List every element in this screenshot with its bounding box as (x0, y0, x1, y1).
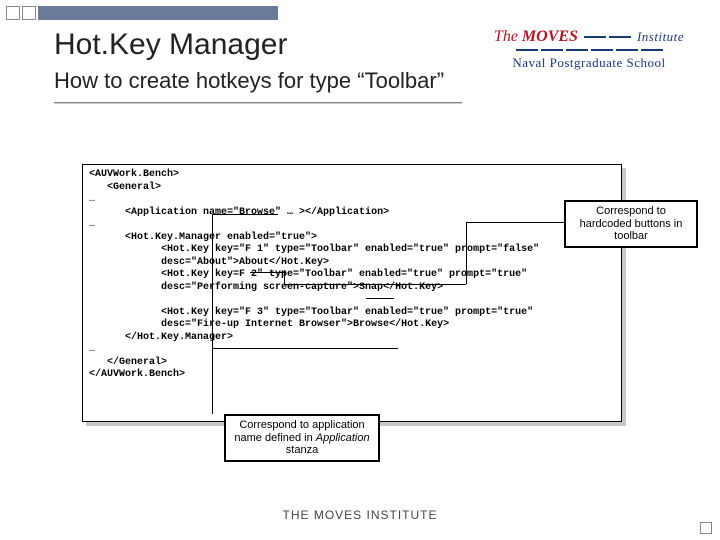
code-ellipsis-3: … (89, 344, 95, 355)
footer-text: THE MOVES INSTITUTE (0, 508, 720, 522)
code-hotkey-browse: Browse (353, 319, 389, 330)
callout1-text: Correspond to hardcoded buttons in toolb… (580, 205, 683, 242)
code-ellipsis-2: … (89, 219, 95, 230)
underline-browse-hotkey (358, 348, 398, 349)
connector-1e (284, 284, 394, 285)
connector-1c (394, 284, 466, 285)
page-title: Hot.Key Manager (54, 28, 287, 62)
underline-browse-appname (238, 214, 278, 215)
connector-1b (466, 222, 467, 284)
code-line-7a: <Hot.Key key="F 1" type="Toolbar" enable… (89, 244, 539, 255)
callout-application-name: Correspond to application name defined i… (224, 414, 380, 462)
callout-toolbar-buttons: Correspond to hardcoded buttons in toolb… (564, 200, 698, 248)
code-line-1: <AUVWork.Bench> (89, 169, 179, 180)
logo-main: MOVES (522, 28, 578, 45)
logo-suffix: Institute (637, 29, 684, 44)
connector-2c (212, 214, 213, 348)
code-line-6: <Hot.Key.Manager enabled="true"> (89, 232, 317, 243)
code-box: <AUVWork.Bench> <General> … <Application… (82, 164, 622, 422)
code-line-10a: <Hot.Key key="F 3" type="Toolbar" enable… (89, 307, 533, 318)
code-line-8a: <Hot.Key key=F 2" type="Toolbar" enabled… (89, 269, 527, 280)
logo-school: Naval Postgraduate School (486, 55, 692, 71)
code-ellipsis-1: … (89, 194, 95, 205)
logo-prefix: The (494, 28, 518, 45)
code-line-2: <General> (89, 182, 161, 193)
callout2-text-c: stanza (286, 444, 318, 456)
code-line-4c: " … ></Application> (275, 207, 389, 218)
page-subtitle: How to create hotkeys for type “Toolbar” (54, 68, 444, 94)
code-line-10b: desc="Fire-up Internet Browser"> (89, 319, 353, 330)
code-hotkey-about: About (239, 257, 269, 268)
underline-snap (366, 298, 394, 299)
connector-2a (212, 348, 213, 414)
code-line-10d: </Hot.Key> (389, 319, 449, 330)
code-line-7b: desc="About"> (89, 257, 239, 268)
title-divider (54, 102, 462, 104)
code-appname: Browse (239, 207, 275, 218)
code-line-13: </General> (89, 357, 167, 368)
code-line-7d: </Hot.Key> (269, 257, 329, 268)
connector-2b (212, 348, 358, 349)
corner-decor (700, 522, 712, 534)
connector-2d (212, 214, 238, 215)
code-line-4a: <Application name=" (89, 207, 239, 218)
decorative-top-bar (6, 6, 714, 20)
callout2-text-b: Application (316, 432, 370, 444)
underline-about (250, 272, 284, 273)
moves-logo: The MOVES Institute Naval Postgraduate S… (486, 28, 692, 71)
connector-1d (284, 270, 285, 284)
connector-1a (466, 222, 564, 223)
code-line-14: </AUVWork.Bench> (89, 369, 185, 380)
